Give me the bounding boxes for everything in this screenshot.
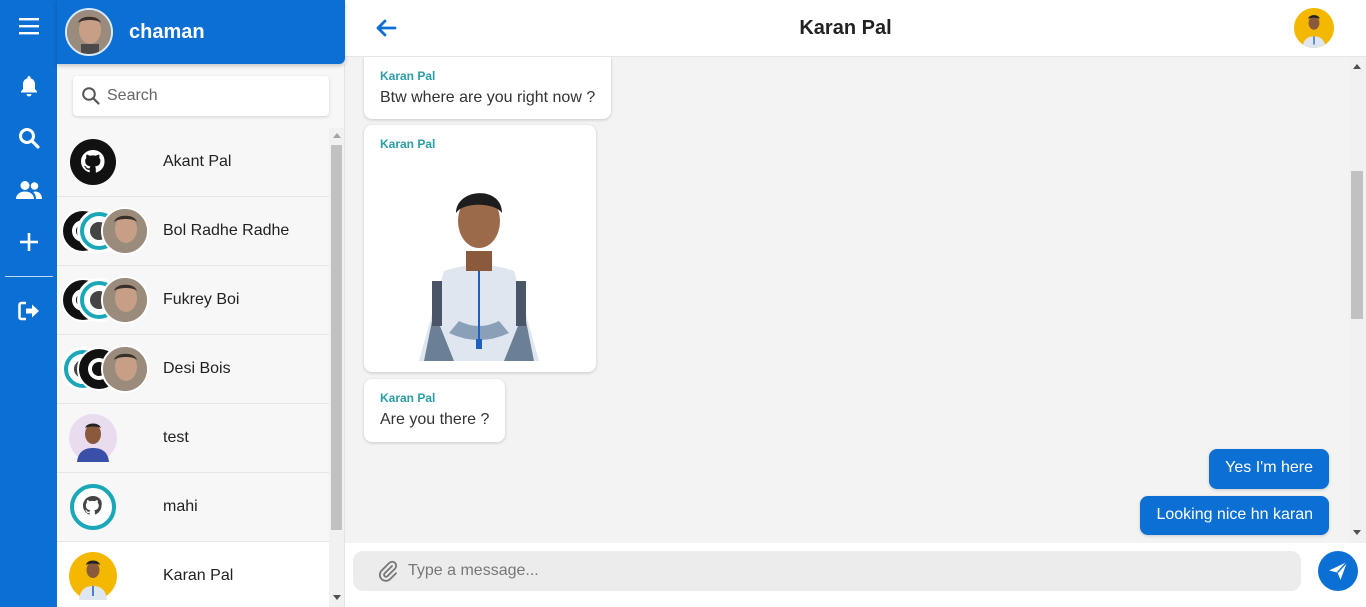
message-bubble-incoming: Karan Pal Are you there ? (364, 379, 506, 442)
contact-item[interactable]: mahi (57, 473, 329, 542)
message-scrollbar[interactable] (1349, 57, 1366, 543)
message-bubble-incoming: Karan Pal Btw where are you right now ? (364, 57, 612, 119)
composer (345, 543, 1366, 607)
scroll-down-arrow[interactable] (1353, 530, 1361, 535)
scroll-thumb[interactable] (1351, 171, 1363, 319)
paperclip-icon[interactable] (378, 560, 398, 582)
menu-button[interactable] (5, 4, 52, 48)
person-avatar (69, 414, 117, 462)
search-icon (82, 87, 100, 105)
send-button[interactable] (1318, 551, 1358, 591)
contact-item[interactable]: Desi Bois (57, 335, 329, 404)
contact-list-scrollbar[interactable] (329, 128, 344, 607)
profile-header: chaman (57, 0, 345, 64)
message-area: Karan Pal Btw where are you right now ? … (345, 57, 1349, 543)
search-nav-button[interactable] (5, 116, 52, 160)
group-avatar (61, 345, 151, 393)
contact-item[interactable]: Bol Radhe Radhe (57, 197, 329, 266)
message-photo[interactable] (404, 161, 554, 361)
contact-name: Bol Radhe Radhe (163, 222, 290, 239)
person-avatar (69, 552, 117, 600)
message-text: Btw where are you right now ? (380, 89, 596, 106)
contact-name: Fukrey Boi (163, 291, 240, 308)
user-avatar[interactable] (65, 8, 113, 56)
github-avatar (69, 138, 117, 186)
contacts-panel: Akant Pal Bol Radhe Radhe Fukrey Boi (57, 64, 345, 607)
message-input[interactable] (408, 562, 1268, 580)
scroll-up-arrow[interactable] (333, 133, 341, 138)
contact-name: Karan Pal (163, 567, 234, 584)
search-icon (18, 128, 40, 149)
new-chat-button[interactable] (5, 220, 52, 264)
chat-header: Karan Pal (345, 0, 1366, 57)
group-avatar (61, 276, 151, 324)
nav-rail (0, 0, 57, 607)
send-icon (1329, 561, 1348, 580)
contact-item[interactable]: Fukrey Boi (57, 266, 329, 335)
contact-name: mahi (163, 498, 198, 515)
menu-icon (18, 18, 39, 35)
notifications-button[interactable] (5, 64, 52, 108)
message-sender: Karan Pal (380, 69, 436, 83)
message-bubble-image: Karan Pal (364, 125, 596, 372)
contact-name: Desi Bois (163, 360, 231, 377)
chat-title: Karan Pal (799, 17, 892, 39)
message-bubble-outgoing: Yes I'm here (1209, 449, 1329, 489)
message-sender: Karan Pal (380, 137, 436, 151)
message-input-box (353, 551, 1301, 591)
message-bubble-outgoing: Looking nice hn karan (1140, 496, 1329, 535)
group-avatar (61, 207, 151, 255)
contact-item[interactable]: Akant Pal (57, 128, 329, 197)
chat-contact-avatar[interactable] (1294, 8, 1334, 48)
search-box (73, 76, 329, 116)
rail-divider (5, 276, 53, 277)
bell-icon (20, 76, 37, 97)
contacts-button[interactable] (5, 168, 52, 212)
contact-list: Akant Pal Bol Radhe Radhe Fukrey Boi Des… (57, 128, 329, 607)
contact-item[interactable]: Karan Pal (57, 542, 329, 607)
user-name: chaman (129, 20, 205, 43)
search-input[interactable] (107, 87, 317, 105)
scroll-up-arrow[interactable] (1353, 64, 1361, 69)
contact-name: Akant Pal (163, 153, 232, 170)
scroll-thumb[interactable] (331, 145, 342, 530)
users-icon (15, 181, 42, 199)
contact-name: test (163, 429, 189, 446)
logout-button[interactable] (5, 289, 52, 333)
plus-icon (19, 233, 38, 251)
scroll-down-arrow[interactable] (333, 595, 341, 600)
message-text: Are you there ? (380, 411, 490, 428)
github-avatar (69, 483, 117, 531)
contact-item[interactable]: test (57, 404, 329, 473)
message-sender: Karan Pal (380, 391, 436, 405)
logout-icon (17, 301, 39, 321)
